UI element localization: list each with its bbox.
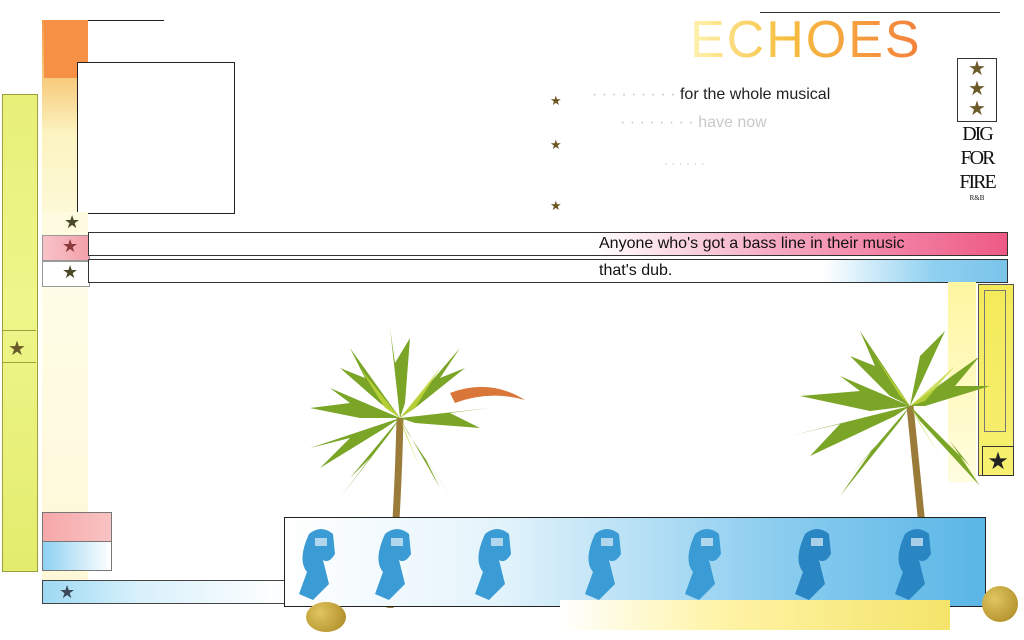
figure-band [284,517,986,607]
bullet-line: · · · · · · · · · for the whole musical [592,86,831,103]
logo-word: FIRE [959,171,996,193]
star-icon: ★ [64,212,81,232]
highlight-text: Anyone who's got a bass line in their mu… [599,235,905,252]
figure-image [895,529,931,600]
logo-word: DIG [962,123,994,145]
coconut [306,602,346,632]
figure-image [475,529,511,600]
subtitle-row: that's dub. [88,259,1008,283]
divider [2,362,36,363]
star-icon: ★ [550,137,562,152]
bullet-line: · · · · · · · · have now [620,114,767,131]
star-icon: ★ [8,338,26,360]
star-icon: ★ [62,236,79,256]
divider [2,330,36,331]
empty-photo-frame [77,62,235,214]
figure-image [685,529,721,600]
star-icon: ★ [550,93,562,108]
figure-image [375,529,411,600]
star-icon: ★ [550,198,562,213]
bottom-left-bar: ★ [42,580,286,604]
logo-word: FOR [960,147,996,169]
left-yellow-column [2,94,38,572]
subtitle-text: that's dub. [599,262,673,279]
faded-text: · · · · · · [664,156,705,170]
bottom-yellow-glow [560,600,950,630]
figure-image [299,529,335,600]
star-icon: ★ [62,262,79,282]
figure-image [795,529,831,600]
page-title: ECHOES [690,11,922,69]
blue-swatch [42,541,112,571]
star-icon: ★ [59,581,76,602]
logo-stars: ★ ★ ★ [957,58,997,122]
divider [88,20,164,21]
coconut [982,586,1018,622]
figure-image [585,529,621,600]
highlight-row: Anyone who's got a bass line in their mu… [88,232,1008,256]
pink-swatch [42,512,112,542]
dig-for-fire-logo: ★ ★ ★ DIG FOR FIRE R&B [956,58,998,216]
logo-subtext: R&B [969,194,985,202]
